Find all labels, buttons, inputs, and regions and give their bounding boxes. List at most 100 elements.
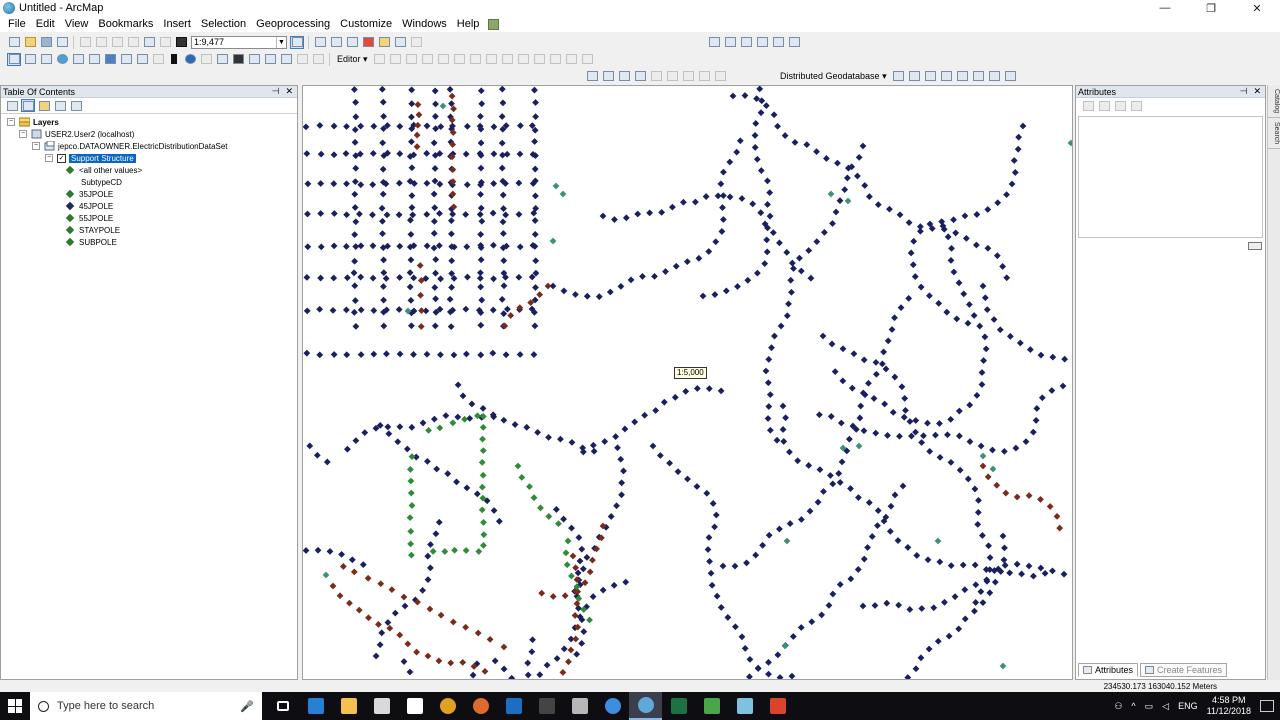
pole-symbol[interactable] [759,541,767,549]
pole-symbol[interactable] [304,243,312,251]
find-binoculars-icon[interactable] [231,53,245,66]
pole-symbol[interactable] [400,593,408,601]
pole-symbol[interactable] [870,395,878,402]
delete-icon[interactable] [126,36,140,49]
pole-symbol[interactable] [534,429,542,436]
pole-symbol[interactable] [1001,561,1009,569]
pole-symbol[interactable] [813,148,820,156]
pole-symbol[interactable] [418,307,425,315]
pole-symbol[interactable] [350,269,358,277]
pole-symbol[interactable] [841,186,849,194]
pole-symbol[interactable] [901,395,909,402]
pole-symbol[interactable] [768,344,775,352]
pole-symbol[interactable] [1011,169,1019,176]
cut-icon[interactable] [78,36,92,49]
pole-symbol[interactable] [825,601,833,609]
pole-symbol[interactable] [384,619,392,626]
pole-symbol[interactable] [1032,417,1040,424]
pole-symbol[interactable] [342,306,350,314]
pole-symbol[interactable] [424,652,432,660]
pole-symbol[interactable] [1026,346,1034,353]
pole-symbol[interactable] [351,282,359,290]
pole-symbol[interactable] [317,274,325,282]
pole-symbol[interactable] [964,475,972,483]
pole-symbol[interactable] [461,415,468,423]
pole-symbol[interactable] [447,659,455,667]
pole-symbol[interactable] [751,132,759,139]
pole-symbol[interactable] [906,418,914,425]
attribute-tool-icon[interactable] [1081,100,1095,113]
pole-symbol[interactable] [552,182,560,190]
pole-symbol[interactable] [379,190,387,198]
pole-symbol[interactable] [569,552,577,560]
pole-symbol[interactable] [599,586,607,594]
pole-symbol[interactable] [656,452,664,459]
pole-symbol[interactable] [924,556,932,564]
pole-symbol[interactable] [441,548,449,555]
pole-symbol[interactable] [410,274,418,282]
pole-symbol[interactable] [449,419,457,427]
pole-symbol[interactable] [330,210,338,217]
pole-symbol[interactable] [829,220,836,227]
pole-symbol[interactable] [1014,145,1022,153]
pole-symbol[interactable] [734,283,741,290]
pole-symbol[interactable] [432,256,440,263]
pole-symbol[interactable] [499,99,507,107]
pole-symbol[interactable] [718,228,726,235]
pin-icon[interactable]: ⊣ [272,86,280,97]
pole-symbol[interactable] [1000,556,1008,564]
versioning-tool-icon[interactable] [697,70,711,83]
terminal-taskbar-icon[interactable] [530,692,563,720]
pole-symbol[interactable] [352,113,360,121]
pole-symbol[interactable] [408,164,416,172]
pole-symbol[interactable] [797,267,805,275]
pole-symbol[interactable] [717,604,725,611]
list-by-source-icon[interactable] [21,99,35,112]
pole-symbol[interactable] [631,418,639,426]
pole-symbol[interactable] [719,192,727,200]
pole-symbol[interactable] [545,433,552,441]
camtasia-taskbar-icon[interactable] [695,692,728,720]
pole-symbol[interactable] [500,416,508,424]
pan-hand-icon[interactable] [39,53,53,66]
attribute-tool-icon[interactable] [1113,100,1127,113]
pole-symbol[interactable] [343,123,350,130]
pole-symbol[interactable] [370,122,378,130]
pole-symbol[interactable] [357,122,365,130]
pole-symbol[interactable] [788,672,796,680]
pole-symbol[interactable] [559,190,567,198]
menu-insert[interactable]: Insert [158,18,196,30]
menu-help[interactable]: Help [452,18,485,30]
pole-symbol[interactable] [437,275,444,283]
pole-symbol[interactable] [895,601,903,609]
pole-symbol[interactable] [905,219,913,226]
pole-symbol[interactable] [490,275,497,283]
attributes-view-toggle-icon[interactable] [1248,242,1262,250]
pole-symbol[interactable] [537,504,544,512]
pole-symbol[interactable] [970,312,978,319]
copy-icon[interactable] [94,36,108,49]
dropdown-icon[interactable] [409,36,423,49]
pole-symbol[interactable] [459,392,467,400]
pole-symbol[interactable] [1037,351,1045,359]
pole-symbol[interactable] [330,351,338,358]
fixed-zoom-out-icon[interactable] [87,53,101,66]
pole-symbol[interactable] [462,547,470,554]
pole-symbol[interactable] [515,273,523,281]
pole-symbol[interactable] [907,249,915,257]
pole-symbol[interactable] [565,658,572,666]
pole-symbol[interactable] [350,568,358,576]
pole-symbol[interactable] [560,515,567,523]
pole-symbol[interactable] [595,293,603,301]
pole-symbol[interactable] [966,438,974,445]
pole-symbol[interactable] [369,242,377,250]
pole-symbol[interactable] [1029,428,1037,436]
pole-symbol[interactable] [607,513,615,520]
pole-symbol[interactable] [348,556,356,564]
layer-visibility-checkbox[interactable]: ✓ [57,153,66,163]
pole-symbol[interactable] [950,216,957,224]
pole-symbol[interactable] [788,288,795,296]
pole-symbol[interactable] [478,506,486,514]
collapse-icon[interactable]: − [32,142,40,150]
pole-symbol[interactable] [651,272,658,280]
